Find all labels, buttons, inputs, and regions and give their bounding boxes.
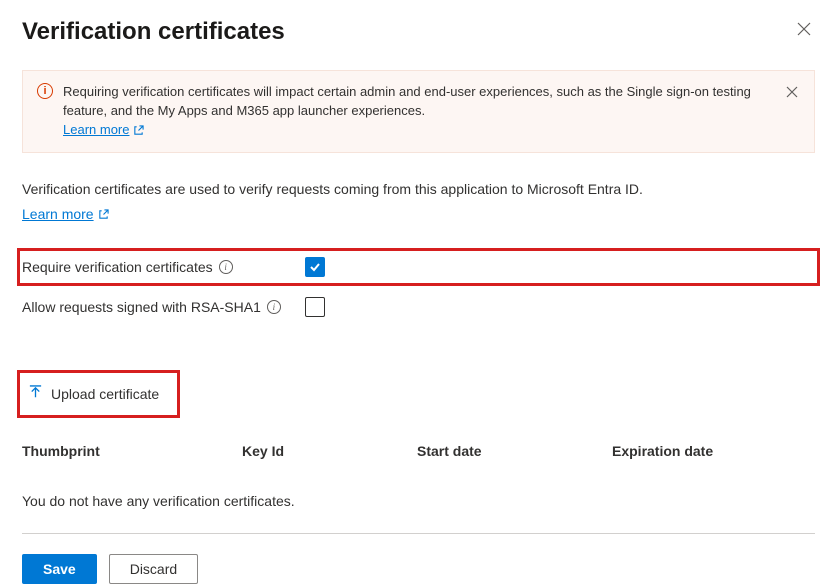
description-learn-more-link[interactable]: Learn more — [22, 204, 109, 225]
col-expiration-date: Expiration date — [612, 443, 815, 459]
external-link-icon — [133, 125, 144, 136]
cert-table-header: Thumbprint Key Id Start date Expiration … — [22, 437, 815, 465]
info-tooltip-icon[interactable]: i — [219, 260, 233, 274]
col-thumbprint: Thumbprint — [22, 443, 242, 459]
rsa-sha1-row: Allow requests signed with RSA-SHA1 i — [22, 297, 815, 317]
rsa-sha1-label: Allow requests signed with RSA-SHA1 — [22, 299, 261, 315]
discard-button[interactable]: Discard — [109, 554, 198, 584]
description-learn-more-label: Learn more — [22, 204, 94, 225]
info-tooltip-icon[interactable]: i — [267, 300, 281, 314]
col-start-date: Start date — [417, 443, 612, 459]
external-link-icon — [98, 209, 109, 220]
require-cert-row: Require verification certificates i — [22, 253, 815, 281]
require-cert-label: Require verification certificates — [22, 259, 213, 275]
panel-header: Verification certificates — [22, 18, 815, 46]
checkbox-section: Require verification certificates i Allo… — [22, 253, 815, 317]
col-key-id: Key Id — [242, 443, 417, 459]
footer-divider — [22, 533, 815, 534]
save-button[interactable]: Save — [22, 554, 97, 584]
rsa-sha1-checkbox[interactable] — [305, 297, 325, 317]
upload-certificate-button[interactable]: Upload certificate — [28, 385, 159, 403]
upload-section: Upload certificate — [22, 375, 815, 413]
info-icon: i — [37, 83, 53, 99]
banner-learn-more-label: Learn more — [63, 121, 129, 140]
empty-certificates-message: You do not have any verification certifi… — [22, 493, 815, 509]
upload-icon — [28, 385, 43, 403]
close-icon[interactable] — [793, 18, 815, 44]
banner-close-icon[interactable] — [784, 83, 800, 103]
banner-learn-more-link[interactable]: Learn more — [63, 121, 144, 140]
description-text: Verification certificates are used to ve… — [22, 179, 815, 200]
footer-actions: Save Discard — [22, 554, 815, 584]
description-block: Verification certificates are used to ve… — [22, 179, 815, 225]
banner-text: Requiring verification certificates will… — [63, 84, 751, 118]
require-cert-checkbox[interactable] — [305, 257, 325, 277]
page-title: Verification certificates — [22, 18, 285, 46]
banner-text-block: Requiring verification certificates will… — [63, 83, 774, 140]
upload-certificate-label: Upload certificate — [51, 386, 159, 402]
info-banner: i Requiring verification certificates wi… — [22, 70, 815, 153]
